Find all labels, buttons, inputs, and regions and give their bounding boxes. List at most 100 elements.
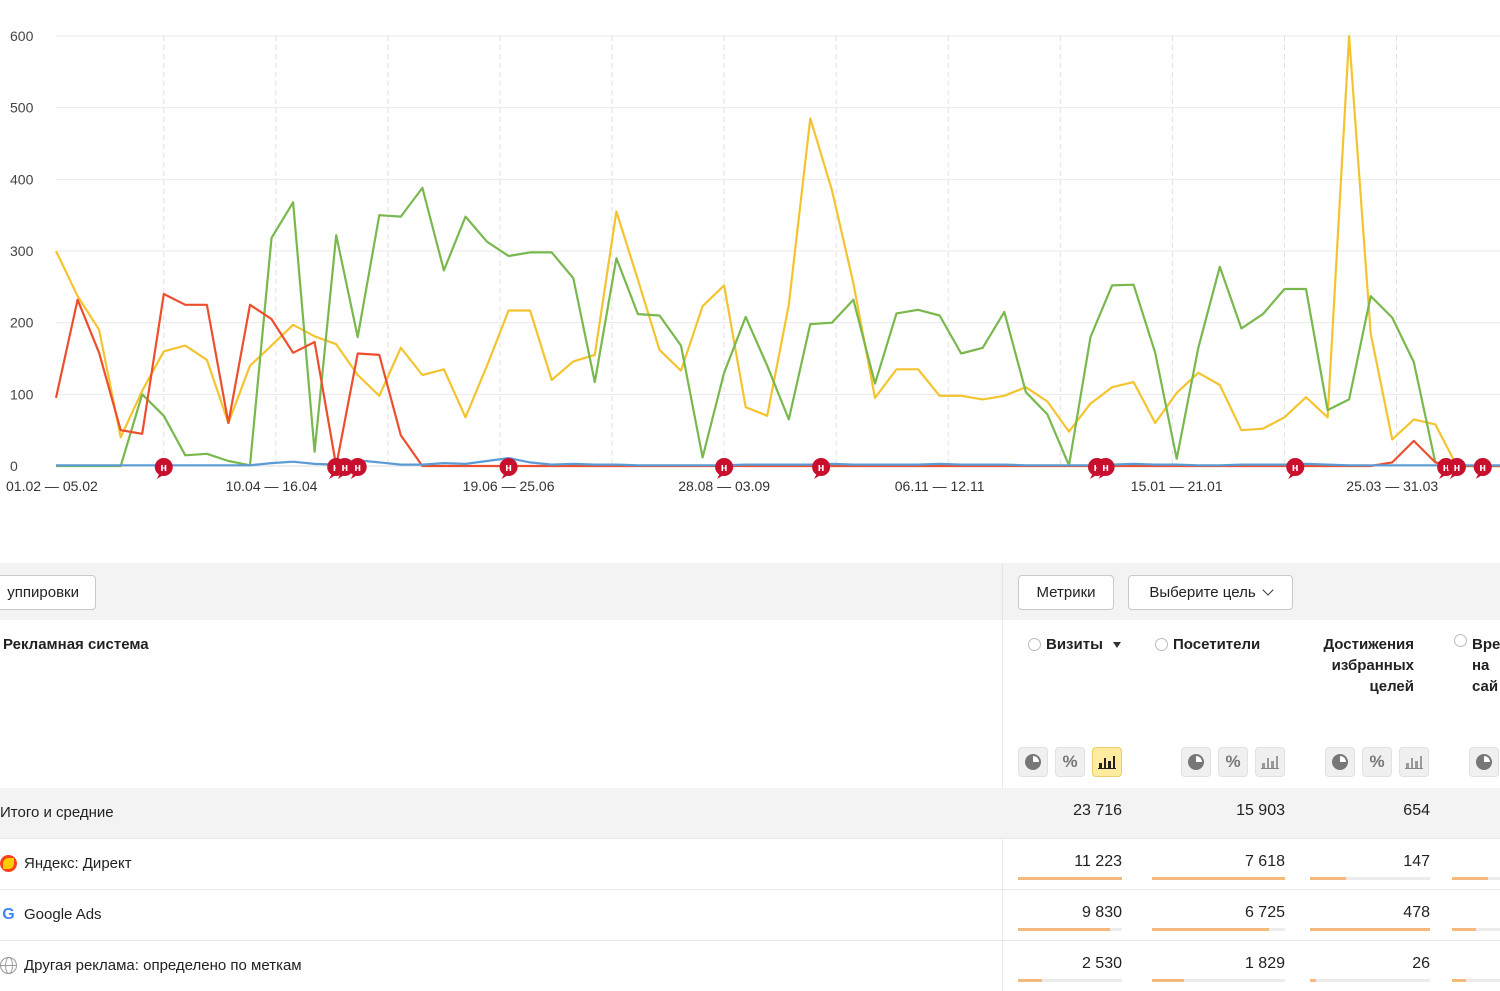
cell-goals: 26 — [1412, 955, 1430, 972]
pie-chart-icon — [1476, 754, 1492, 770]
yandex-direct-icon — [0, 855, 17, 872]
column-header-goals[interactable]: Достижения избранных целей — [1300, 634, 1414, 697]
report-toolbar: уппировки Метрики Выберите цель — [0, 563, 1500, 620]
bar-view-button[interactable] — [1399, 747, 1429, 777]
sort-desc-icon[interactable] — [1112, 641, 1121, 648]
y-tick-label: 0 — [10, 458, 18, 474]
goals-view-buttons: % — [1325, 747, 1429, 777]
column-header-time-on-site[interactable]: Вре на сай — [1454, 634, 1500, 697]
cell-visits: 11 223 — [1074, 853, 1122, 870]
goals-share-bar — [1310, 979, 1430, 982]
table-row[interactable]: G Google Ads 9 830 6 725 478 — [0, 890, 1500, 941]
select-goal-dropdown[interactable]: Выберите цель — [1128, 575, 1293, 610]
visits-view-buttons: % — [1018, 747, 1122, 777]
cell-goals: 478 — [1403, 904, 1430, 921]
annotation-marker-label: н — [354, 462, 361, 474]
percent-icon: % — [1225, 752, 1241, 771]
bar-chart-icon — [1098, 755, 1116, 769]
cell-goals: 147 — [1403, 853, 1430, 870]
visitors-share-bar — [1152, 877, 1285, 880]
column-header-visitors-label: Посетители — [1173, 636, 1261, 653]
globe-icon — [0, 957, 17, 974]
time-share-bar — [1452, 928, 1500, 931]
cell-visitors: 15 903 — [1236, 802, 1285, 819]
bar-view-button[interactable] — [1255, 747, 1285, 777]
annotation-marker-label: н — [505, 462, 512, 474]
series-line — [54, 292, 1500, 468]
google-icon: G — [2, 905, 15, 923]
pie-chart-icon — [1332, 754, 1348, 770]
percent-view-button[interactable]: % — [1362, 747, 1392, 777]
select-goal-label: Выберите цель — [1149, 584, 1256, 601]
series-line — [56, 186, 1500, 468]
pie-view-button[interactable] — [1325, 747, 1355, 777]
annotation-marker-label: н — [341, 462, 348, 474]
annotation-marker-label: н — [1292, 462, 1299, 474]
visits-share-bar — [1018, 979, 1122, 982]
grouping-button[interactable]: уппировки — [0, 575, 96, 610]
annotation-marker-label: н — [1102, 462, 1109, 474]
time-share-bar — [1452, 877, 1500, 880]
goals-share-bar — [1310, 928, 1430, 931]
x-tick-label: 10.04 — 16.04 — [226, 478, 318, 494]
row-label: Google Ads — [24, 906, 102, 923]
percent-icon: % — [1369, 752, 1385, 771]
column-header-ad-system[interactable]: Рекламная система — [3, 634, 149, 655]
toolbar-divider — [1002, 563, 1003, 620]
cell-visits: 23 716 — [1073, 802, 1122, 819]
x-tick-label: 19.06 — 25.06 — [463, 478, 555, 494]
annotation-marker-label: н — [721, 462, 728, 474]
table-row-total: Итого и средние 23 716 15 903 654 — [0, 788, 1500, 839]
annotation-marker-label: н — [818, 462, 825, 474]
column-header-visitors[interactable]: Посетители — [1155, 634, 1260, 655]
pie-chart-icon — [1188, 754, 1204, 770]
x-tick-label: 15.01 — 21.01 — [1131, 478, 1223, 494]
series-line — [56, 457, 1500, 467]
help-icon[interactable] — [1028, 638, 1041, 651]
percent-view-button[interactable]: % — [1218, 747, 1248, 777]
goals-share-bar — [1310, 877, 1430, 880]
y-tick-label: 600 — [10, 28, 34, 44]
time-share-bar — [1452, 979, 1500, 982]
bar-chart-icon — [1261, 755, 1279, 769]
x-tick-label: 28.08 — 03.09 — [678, 478, 770, 494]
bar-chart-icon — [1405, 755, 1423, 769]
x-tick-label: 06.11 — 12.11 — [895, 478, 985, 494]
visits-share-bar — [1018, 877, 1122, 880]
column-header-visits[interactable]: Визиты — [1028, 634, 1121, 655]
cell-visitors: 7 618 — [1244, 853, 1285, 870]
y-tick-label: 500 — [10, 100, 34, 116]
column-header-time-label: Вре на сай — [1472, 636, 1500, 695]
pie-view-button[interactable] — [1469, 747, 1499, 777]
row-label: Яндекс: Директ — [24, 855, 132, 872]
column-header-visits-label: Визиты — [1046, 636, 1103, 653]
pie-view-button[interactable] — [1181, 747, 1211, 777]
y-tick-label: 100 — [10, 386, 34, 402]
chevron-down-icon — [1261, 584, 1274, 596]
cell-visits: 9 830 — [1081, 904, 1122, 921]
row-label: Итого и средние — [0, 804, 114, 821]
chart-canvas: 0100200300400500600ннннннннннннн01.02 — … — [6, 28, 1500, 494]
pie-view-button[interactable] — [1018, 747, 1048, 777]
percent-icon: % — [1062, 752, 1078, 771]
annotation-marker-label: н — [1479, 462, 1486, 474]
bar-view-button[interactable] — [1092, 747, 1122, 777]
metrics-button[interactable]: Метрики — [1018, 575, 1114, 610]
visitors-view-buttons: % — [1181, 747, 1285, 777]
table-row[interactable]: Яндекс: Директ 11 223 7 618 147 — [0, 839, 1500, 890]
y-tick-label: 400 — [10, 171, 34, 187]
table-row[interactable]: Другая реклама: определено по меткам 2 5… — [0, 941, 1500, 991]
cell-visits: 2 530 — [1081, 955, 1122, 972]
visits-share-bar — [1018, 928, 1122, 931]
visitors-share-bar — [1152, 979, 1285, 982]
help-icon[interactable] — [1454, 634, 1467, 647]
annotation-marker-label: н — [1454, 462, 1461, 474]
y-tick-label: 200 — [10, 315, 34, 331]
percent-view-button[interactable]: % — [1055, 747, 1085, 777]
report-table: Рекламная система Визиты Посетители Дост… — [0, 620, 1500, 991]
help-icon[interactable] — [1155, 638, 1168, 651]
y-tick-label: 300 — [10, 243, 34, 259]
x-tick-label: 25.03 — 31.03 — [1346, 478, 1438, 494]
cell-visitors: 6 725 — [1244, 904, 1285, 921]
row-label: Другая реклама: определено по меткам — [24, 957, 302, 974]
